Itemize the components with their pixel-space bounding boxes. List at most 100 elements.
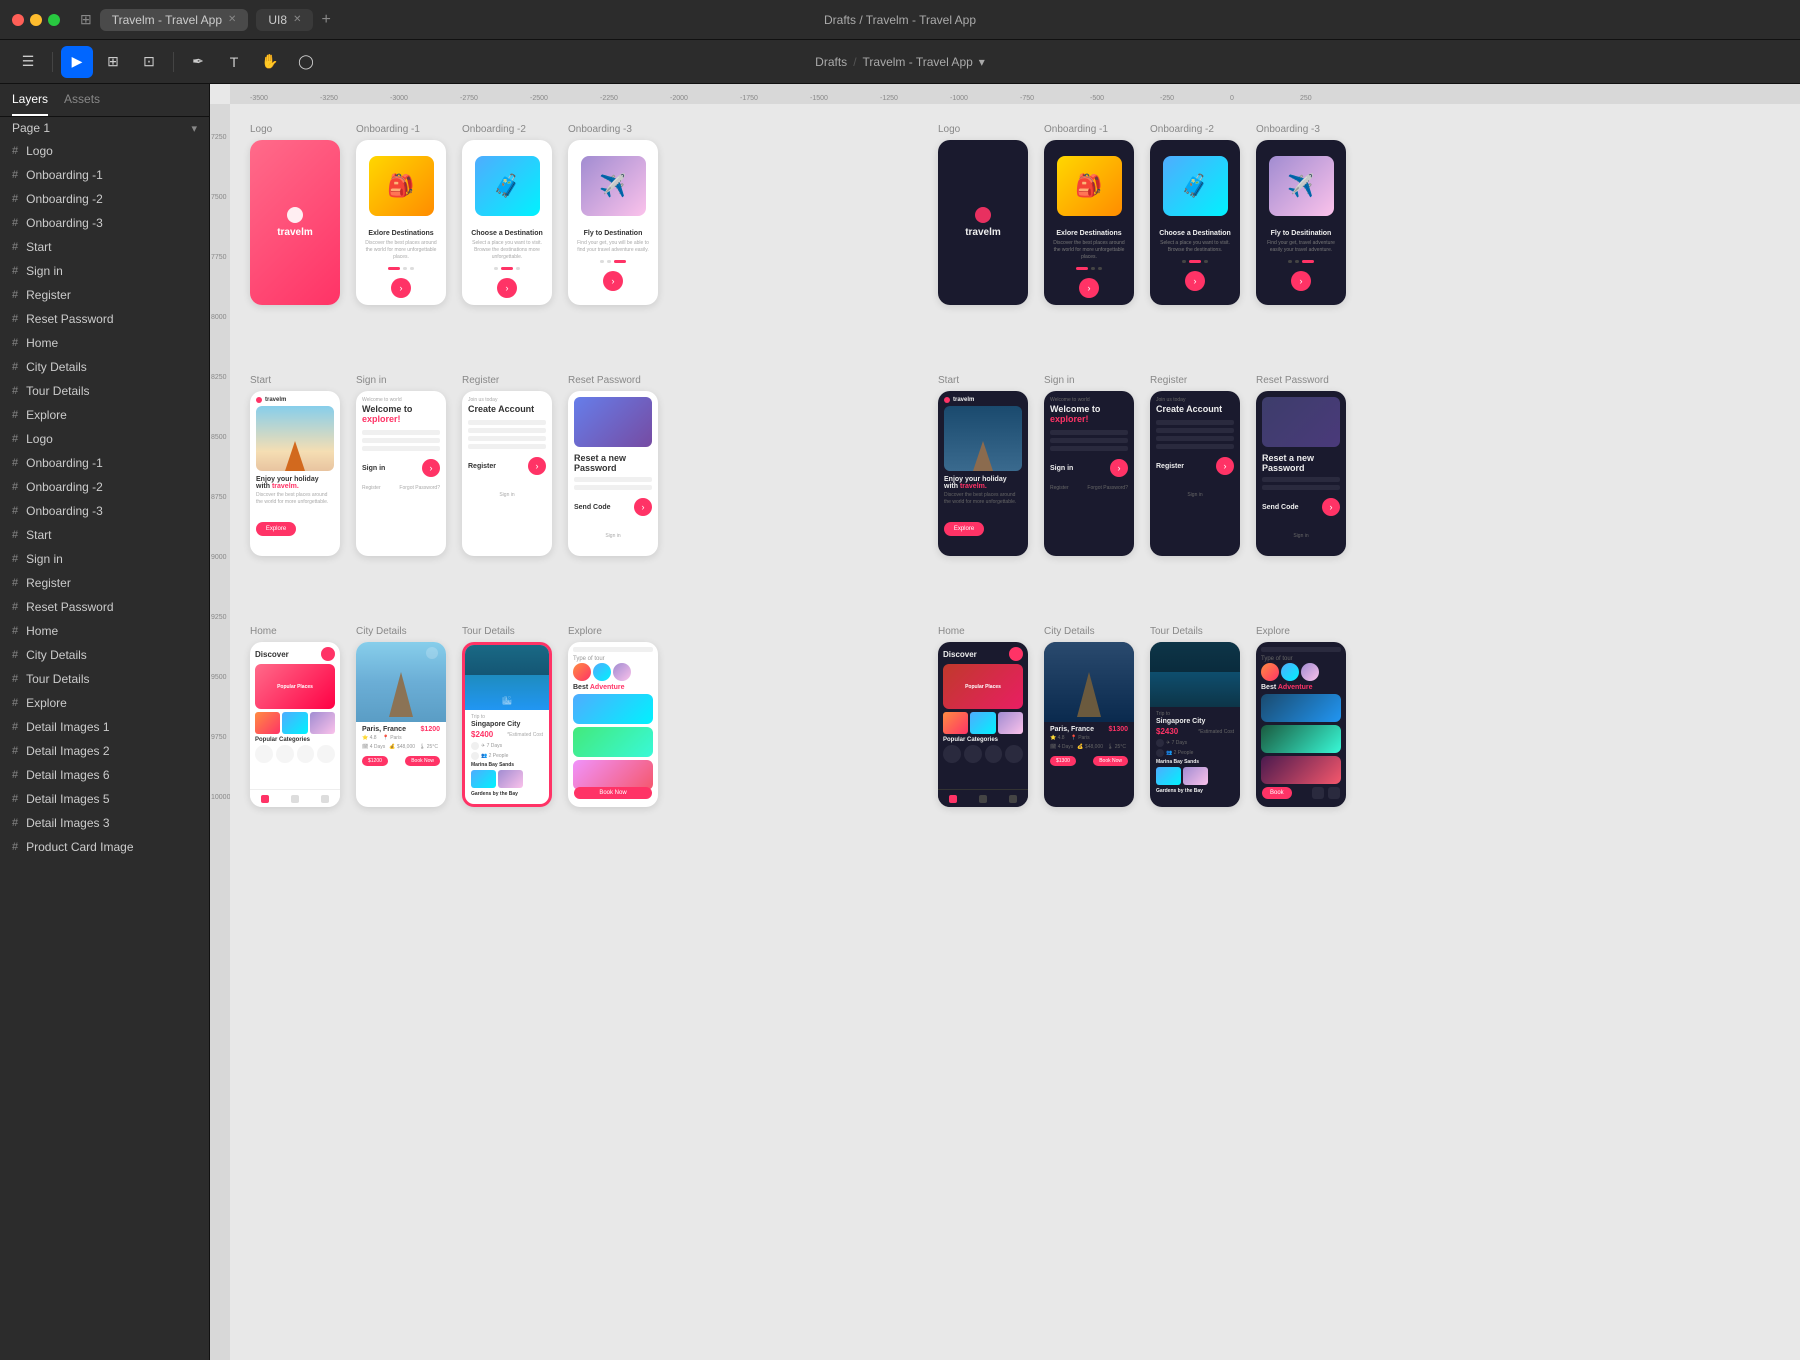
layer-item-detail-images-1-24[interactable]: #Detail Images 1 [0, 715, 209, 739]
sidebar-tabs: Layers Assets [0, 84, 209, 117]
layer-item-start-16[interactable]: #Start [0, 523, 209, 547]
tour-card-light[interactable]: 🏙 Trip to Singapore City $2400 *Estimate… [462, 642, 552, 807]
page-selector[interactable]: Page 1 [12, 121, 50, 135]
layer-item-onboarding--3-3[interactable]: #Onboarding -3 [0, 211, 209, 235]
home-card-light[interactable]: Discover Popular Places [250, 642, 340, 807]
layer-item-reset-password-7[interactable]: #Reset Password [0, 307, 209, 331]
logo-card-light[interactable]: travelm [250, 140, 340, 305]
pen-tool[interactable]: ✒ [182, 46, 214, 78]
layer-item-detail-images-6-26[interactable]: #Detail Images 6 [0, 763, 209, 787]
onb1-label: Onboarding -1 [356, 124, 420, 135]
tab-close-ui8-icon[interactable]: ✕ [293, 14, 301, 25]
tab-close-icon[interactable]: ✕ [228, 14, 236, 25]
register-card-dark[interactable]: Join us today Create Account Register › [1150, 391, 1240, 556]
onb1-card-light[interactable]: 🎒 Exlore Destinations Discover the best … [356, 140, 446, 305]
layer-item-tour-details-10[interactable]: #Tour Details [0, 379, 209, 403]
explore-card-light[interactable]: Type of tour Best Adventure [568, 642, 658, 807]
minimize-button[interactable] [30, 14, 42, 26]
onb3-card-light[interactable]: ✈️ Fly to Destination Find your get, you… [568, 140, 658, 305]
layer-item-detail-images-5-27[interactable]: #Detail Images 5 [0, 787, 209, 811]
layer-hash-icon: # [12, 289, 18, 301]
layer-item-home-8[interactable]: #Home [0, 331, 209, 355]
onb2-card-dark[interactable]: 🧳 Choose a Destination Select a place yo… [1150, 140, 1240, 305]
frame-tool[interactable]: ⊞ [97, 46, 129, 78]
layer-name: Product Card Image [26, 840, 133, 854]
start-card-dark[interactable]: travelm Enjoy your holidaywith travelm. … [938, 391, 1028, 556]
layer-hash-icon: # [12, 721, 18, 733]
layer-item-product-card-image-29[interactable]: # Product Card Image [0, 835, 209, 859]
layer-item-onboarding--3-15[interactable]: #Onboarding -3 [0, 499, 209, 523]
layer-item-onboarding--1-13[interactable]: #Onboarding -1 [0, 451, 209, 475]
layer-item-logo-0[interactable]: #Logo [0, 139, 209, 163]
canvas[interactable]: -3500 -3250 -3000 -2750 -2500 -2250 -200… [210, 84, 1800, 1360]
layer-name: Start [26, 528, 51, 542]
add-tab-button[interactable]: + [321, 11, 330, 29]
dark-onboarding-block: Logo travelm Onboarding -1 [938, 124, 1346, 305]
layer-item-explore-23[interactable]: #Explore [0, 691, 209, 715]
layer-list: #Logo#Onboarding -1#Onboarding -2#Onboar… [0, 139, 209, 1360]
ruler-mark: -2000 [670, 95, 688, 102]
layer-name: Detail Images 2 [26, 744, 109, 758]
hand-tool[interactable]: ✋ [254, 46, 286, 78]
signin-card-light[interactable]: Welcome to world Welcome to explorer! Si… [356, 391, 446, 556]
onb2-label: Onboarding -2 [462, 124, 526, 135]
layer-item-onboarding--1-1[interactable]: #Onboarding -1 [0, 163, 209, 187]
light-onboarding-block: Logo travelm Onboarding -1 [250, 124, 658, 305]
close-button[interactable] [12, 14, 24, 26]
reset-card-dark[interactable]: Reset a new Password Send Code › Sign in [1256, 391, 1346, 556]
explore-card-dark[interactable]: Type of tour Best Adventure [1256, 642, 1346, 807]
canvas-scroll[interactable]: Logo travelm Onboarding -1 [230, 104, 1800, 1360]
layer-hash-icon: # [12, 625, 18, 637]
layer-hash-icon: # [12, 481, 18, 493]
maximize-button[interactable] [48, 14, 60, 26]
onb2-card-light[interactable]: 🧳 Choose a Destination Select a place yo… [462, 140, 552, 305]
city-card-light[interactable]: Paris, France $1200 ⭐ 4.8 📍 Paris [356, 642, 446, 807]
layer-item-register-6[interactable]: #Register [0, 283, 209, 307]
register-card-light[interactable]: Join us today Create Account Register › [462, 391, 552, 556]
layer-item-reset-password-19[interactable]: #Reset Password [0, 595, 209, 619]
home-card-dark[interactable]: Discover Popular Places [938, 642, 1028, 807]
comment-tool[interactable]: ◯ [290, 46, 322, 78]
tab-layers[interactable]: Layers [12, 84, 48, 116]
layer-item-register-18[interactable]: #Register [0, 571, 209, 595]
tab-travelm[interactable]: Travelm - Travel App ✕ [100, 9, 249, 31]
explore-dark-label: Explore [1256, 626, 1290, 637]
tour-card-dark[interactable]: Trip to Singapore City $2430 *Estimated … [1150, 642, 1240, 807]
scale-tool[interactable]: ⊡ [133, 46, 165, 78]
drafts-label[interactable]: Drafts [815, 55, 847, 69]
text-tool[interactable]: T [218, 46, 250, 78]
layer-item-home-20[interactable]: #Home [0, 619, 209, 643]
city-card-dark[interactable]: Paris, France $1300 ⭐ 4.8 📍 Paris [1044, 642, 1134, 807]
ruler-mark-v: 9250 [211, 614, 227, 621]
layer-item-onboarding--2-14[interactable]: #Onboarding -2 [0, 475, 209, 499]
start-card-light[interactable]: travelm Enjoy your holidaywith travelm. … [250, 391, 340, 556]
layer-item-detail-images-2-25[interactable]: #Detail Images 2 [0, 739, 209, 763]
frame-start-dark: Start travelm [938, 375, 1028, 556]
layer-name: Onboarding -3 [26, 216, 103, 230]
reset-card-light[interactable]: Reset a new Password Send Code › Sign in [568, 391, 658, 556]
menu-button[interactable]: ☰ [12, 46, 44, 78]
layer-hash-icon: # [12, 841, 18, 853]
tab-assets[interactable]: Assets [64, 84, 100, 116]
move-tool[interactable]: ▶ [61, 46, 93, 78]
layer-item-detail-images-3-28[interactable]: #Detail Images 3 [0, 811, 209, 835]
layer-item-start-4[interactable]: #Start [0, 235, 209, 259]
dropdown-icon[interactable]: ▾ [979, 55, 985, 69]
logo-card-dark[interactable]: travelm [938, 140, 1028, 305]
onb3-card-dark[interactable]: ✈️ Fly to Desitination Find your get, tr… [1256, 140, 1346, 305]
layer-item-logo-12[interactable]: #Logo [0, 427, 209, 451]
layer-item-onboarding--2-2[interactable]: #Onboarding -2 [0, 187, 209, 211]
layer-name: Home [26, 336, 58, 350]
layer-item-sign-in-17[interactable]: #Sign in [0, 547, 209, 571]
page-dropdown-icon[interactable]: ▾ [191, 122, 197, 135]
layer-item-sign-in-5[interactable]: #Sign in [0, 259, 209, 283]
city-label: City Details [356, 626, 407, 637]
layer-item-city-details-9[interactable]: #City Details [0, 355, 209, 379]
tab-ui8[interactable]: UI8 ✕ [256, 9, 313, 31]
ruler-mark-v: 7750 [211, 254, 227, 261]
layer-item-city-details-21[interactable]: #City Details [0, 643, 209, 667]
onb1-card-dark[interactable]: 🎒 Exlore Destinations Discover the best … [1044, 140, 1134, 305]
layer-item-tour-details-22[interactable]: #Tour Details [0, 667, 209, 691]
layer-item-explore-11[interactable]: #Explore [0, 403, 209, 427]
signin-card-dark[interactable]: Welcome to world Welcome to explorer! Si… [1044, 391, 1134, 556]
